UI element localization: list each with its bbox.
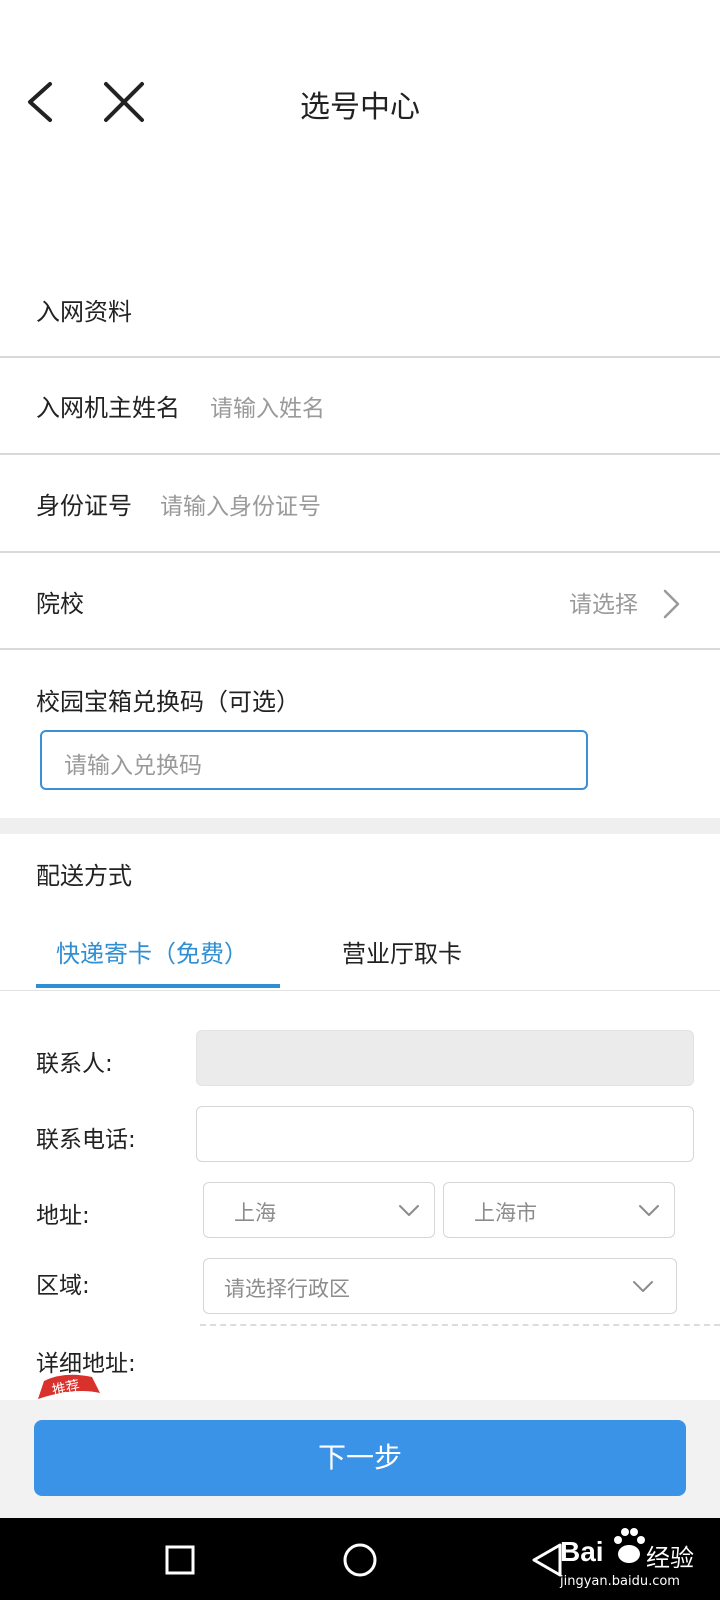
page-title: 选号中心 [300, 90, 420, 125]
owner-name-label: 入网机主姓名 [36, 394, 180, 422]
chevron-down-icon [633, 1281, 653, 1292]
phone-input[interactable] [196, 1106, 694, 1162]
address-label: 地址: [36, 1203, 90, 1229]
watermark-url: jingyan.baidu.com [560, 1574, 680, 1589]
watermark-brand: Bai [560, 1536, 604, 1567]
district-label: 区域: [36, 1273, 90, 1299]
chevron-right-icon[interactable] [660, 588, 682, 620]
section-separator [0, 818, 720, 834]
id-number-label: 身份证号 [36, 492, 132, 520]
tab-store-pickup[interactable]: 营业厅取卡 [342, 934, 462, 969]
baidu-jingyan-watermark: Bai 经验 jingyan.baidu.com [530, 1518, 720, 1600]
contact-label: 联系人: [36, 1051, 113, 1077]
contact-input[interactable] [196, 1030, 694, 1086]
divider [0, 356, 720, 358]
recommend-badge: 推荐 [38, 1374, 100, 1399]
section-title-network-info: 入网资料 [36, 298, 132, 326]
phone-label: 联系电话: [36, 1127, 136, 1153]
province-value: 上海 [234, 1201, 276, 1225]
divider [200, 1324, 720, 1326]
nav-home-icon[interactable] [342, 1542, 378, 1578]
chevron-down-icon [399, 1205, 419, 1216]
tab-active-indicator [36, 984, 280, 988]
city-select[interactable]: 上海市 [443, 1182, 675, 1238]
divider [0, 648, 720, 650]
district-select[interactable]: 请选择行政区 [203, 1258, 677, 1314]
province-select[interactable]: 上海 [203, 1182, 435, 1238]
coupon-code-input[interactable]: 请输入兑换码 [40, 730, 588, 790]
divider [0, 453, 720, 455]
section-title-delivery: 配送方式 [36, 862, 132, 890]
coupon-code-label: 校园宝箱兑换码（可选） [36, 688, 300, 716]
watermark-suffix: 经验 [646, 1544, 694, 1572]
coupon-code-placeholder: 请输入兑换码 [64, 753, 202, 779]
school-select[interactable]: 请选择 [569, 585, 638, 619]
tab-express-delivery[interactable]: 快递寄卡（免费） [56, 934, 248, 969]
paw-icon [614, 1528, 645, 1563]
city-value: 上海市 [474, 1201, 537, 1225]
next-step-button[interactable]: 下一步 [34, 1420, 686, 1496]
nav-recents-icon[interactable] [164, 1544, 196, 1576]
chevron-down-icon [639, 1205, 659, 1216]
divider [0, 551, 720, 553]
divider [0, 990, 720, 991]
owner-name-input[interactable]: 请输入姓名 [210, 389, 325, 423]
school-label: 院校 [36, 590, 84, 618]
id-number-input[interactable]: 请输入身份证号 [160, 487, 321, 521]
district-placeholder: 请选择行政区 [224, 1277, 350, 1301]
